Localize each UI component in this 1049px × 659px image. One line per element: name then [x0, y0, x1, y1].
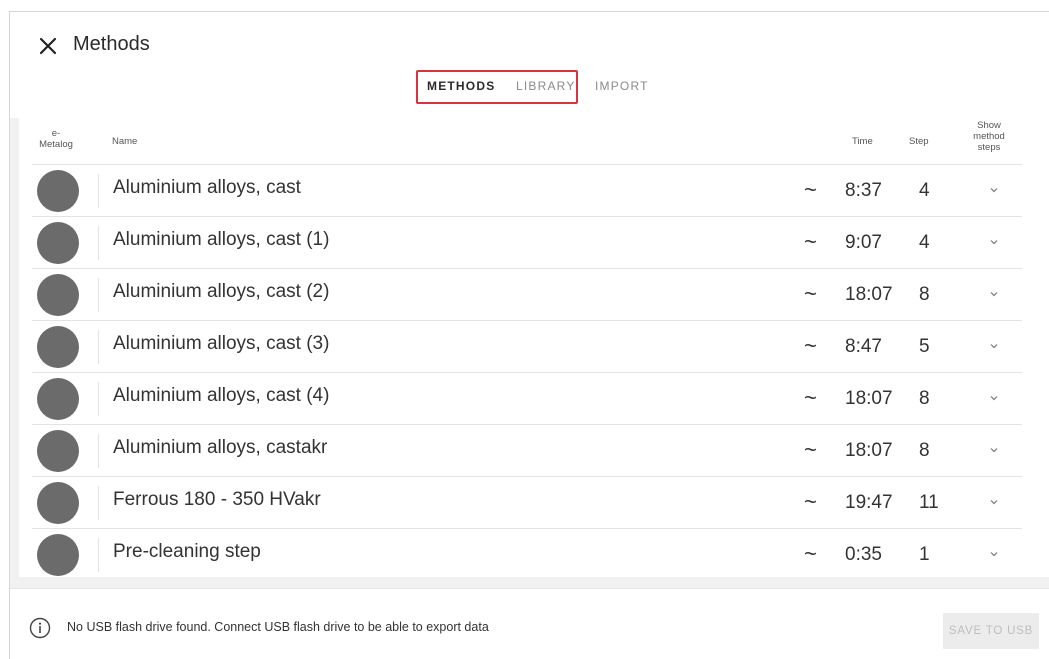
method-step-count: 1 — [919, 544, 930, 565]
method-step-count: 8 — [919, 388, 930, 409]
method-name: Aluminium alloys, cast (4) — [113, 385, 330, 406]
table-row[interactable]: Aluminium alloys, cast ~ 8:37 4 — [32, 164, 1022, 216]
method-name: Aluminium alloys, cast (1) — [113, 229, 330, 250]
column-header-show-line3: steps — [977, 142, 1001, 153]
methods-dialog: Methods METHODS LIBRARY IMPORT e- Metalo… — [9, 11, 1049, 659]
divider — [98, 538, 99, 572]
column-header-step: Step — [909, 136, 929, 147]
table-row[interactable]: Ferrous 180 - 350 HVakr ~ 19:47 11 — [32, 476, 1022, 528]
tab-import[interactable]: IMPORT — [595, 79, 649, 93]
table-row[interactable]: Aluminium alloys, cast (1) ~ 9:07 4 — [32, 216, 1022, 268]
chevron-down-icon[interactable] — [988, 547, 1000, 559]
chevron-down-icon[interactable] — [988, 235, 1000, 247]
info-icon — [29, 617, 51, 639]
divider — [98, 486, 99, 520]
divider — [98, 278, 99, 312]
emetalog-indicator — [37, 326, 79, 368]
emetalog-indicator — [37, 430, 79, 472]
footer-bar: No USB flash drive found. Connect USB fl… — [10, 588, 1049, 659]
method-step-count: 4 — [919, 232, 930, 253]
approx-icon: ~ — [804, 385, 817, 410]
table-row[interactable]: Aluminium alloys, cast (2) ~ 18:07 8 — [32, 268, 1022, 320]
column-header-emetalog: e- Metalog — [33, 128, 79, 150]
divider — [98, 174, 99, 208]
method-step-count: 8 — [919, 284, 930, 305]
chevron-down-icon[interactable] — [988, 339, 1000, 351]
method-name: Aluminium alloys, cast (3) — [113, 333, 330, 354]
table-row[interactable]: Aluminium alloys, cast (4) ~ 18:07 8 — [32, 372, 1022, 424]
method-time: 18:07 — [845, 284, 893, 305]
column-header-show-line2: method — [973, 131, 1005, 142]
method-step-count: 4 — [919, 180, 930, 201]
save-to-usb-button[interactable]: SAVE TO USB — [943, 613, 1039, 649]
content-area: e- Metalog Name Time Step Show method st… — [10, 118, 1049, 588]
table-row[interactable]: Pre-cleaning step ~ 0:35 1 — [32, 528, 1022, 580]
method-name: Aluminium alloys, castakr — [113, 437, 328, 458]
method-time: 9:07 — [845, 232, 882, 253]
method-time: 8:47 — [845, 336, 882, 357]
method-name: Aluminium alloys, cast — [113, 177, 301, 198]
chevron-down-icon[interactable] — [988, 287, 1000, 299]
method-name: Ferrous 180 - 350 HVakr — [113, 489, 321, 510]
tab-library[interactable]: LIBRARY — [516, 79, 576, 93]
dialog-header: Methods METHODS LIBRARY IMPORT — [10, 12, 1049, 118]
chevron-down-icon[interactable] — [988, 495, 1000, 507]
divider — [98, 226, 99, 260]
approx-icon: ~ — [804, 437, 817, 462]
usb-status-message: No USB flash drive found. Connect USB fl… — [67, 620, 489, 634]
method-name: Pre-cleaning step — [113, 541, 261, 562]
method-time: 18:07 — [845, 440, 893, 461]
method-time: 19:47 — [845, 492, 893, 513]
emetalog-indicator — [37, 170, 79, 212]
method-step-count: 11 — [919, 492, 939, 513]
approx-icon: ~ — [804, 541, 817, 566]
tab-methods[interactable]: METHODS — [427, 79, 495, 93]
approx-icon: ~ — [804, 489, 817, 514]
divider — [98, 434, 99, 468]
table-row[interactable]: Aluminium alloys, castakr ~ 18:07 8 — [32, 424, 1022, 476]
column-header-name: Name — [112, 136, 138, 147]
column-header-emetalog-line2: Metalog — [39, 139, 73, 150]
methods-table: e- Metalog Name Time Step Show method st… — [19, 118, 1049, 577]
approx-icon: ~ — [804, 281, 817, 306]
approx-icon: ~ — [804, 229, 817, 254]
emetalog-indicator — [37, 482, 79, 524]
emetalog-indicator — [37, 534, 79, 576]
column-header-time: Time — [852, 136, 873, 147]
method-step-count: 5 — [919, 336, 930, 357]
chevron-down-icon[interactable] — [988, 183, 1000, 195]
method-name: Aluminium alloys, cast (2) — [113, 281, 330, 302]
chevron-down-icon[interactable] — [988, 391, 1000, 403]
method-time: 8:37 — [845, 180, 882, 201]
divider — [98, 330, 99, 364]
close-icon[interactable] — [38, 36, 58, 56]
method-time: 18:07 — [845, 388, 893, 409]
approx-icon: ~ — [804, 333, 817, 358]
approx-icon: ~ — [804, 177, 817, 202]
table-row[interactable]: Aluminium alloys, cast (3) ~ 8:47 5 — [32, 320, 1022, 372]
chevron-down-icon[interactable] — [988, 443, 1000, 455]
column-header-emetalog-line1: e- — [51, 128, 61, 139]
page-title: Methods — [73, 33, 150, 55]
emetalog-indicator — [37, 274, 79, 316]
column-header-show-steps: Show method steps — [964, 120, 1014, 153]
divider — [98, 382, 99, 416]
column-header-show-line1: Show — [977, 120, 1001, 131]
method-time: 0:35 — [845, 544, 882, 565]
emetalog-indicator — [37, 222, 79, 264]
emetalog-indicator — [37, 378, 79, 420]
method-step-count: 8 — [919, 440, 930, 461]
